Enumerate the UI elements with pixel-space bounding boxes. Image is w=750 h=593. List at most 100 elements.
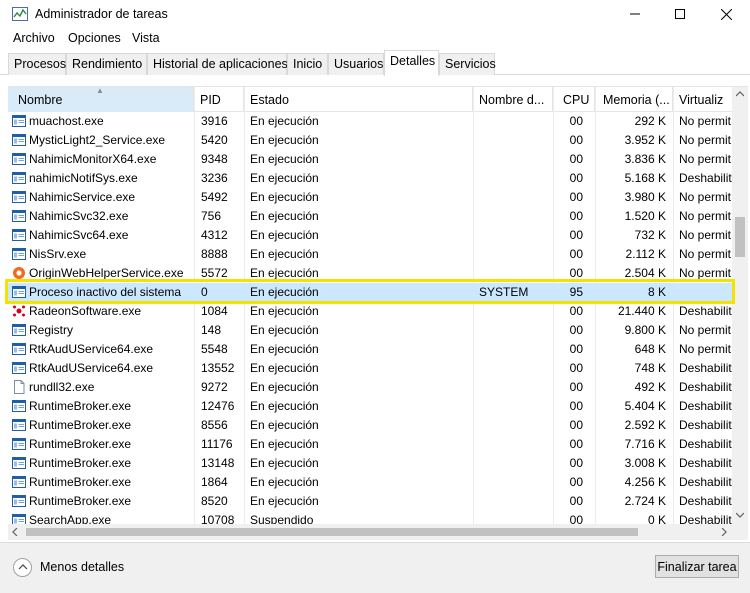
table-row[interactable]: NisSrv.exe 8888 En ejecución 00 2.112 K No pe… (8, 245, 732, 264)
column-header-cpu[interactable]: CPU (553, 87, 595, 112)
window-icon (12, 247, 26, 261)
process-virtualization: Deshabilit (679, 418, 732, 432)
table-row[interactable]: RuntimeBroker.exe 12476 En ejecución 00 5.40… (8, 397, 732, 416)
process-name: NahimicSvc64.exe (29, 228, 129, 242)
tab-detalles[interactable]: Detalles (384, 50, 439, 76)
menu-archivo[interactable]: Archivo (13, 31, 55, 45)
process-virtualization: No permit (679, 190, 732, 204)
menu-bar: Archivo Opciones Vista (0, 28, 750, 50)
process-pid: 5492 (201, 190, 228, 204)
menu-vista[interactable]: Vista (132, 31, 160, 45)
tab-usuarios[interactable]: Usuarios (328, 53, 384, 75)
tab-rendimiento[interactable]: Rendimiento (66, 53, 147, 75)
window-icon (12, 323, 26, 337)
process-state: En ejecución (250, 399, 319, 413)
column-header-virtualization[interactable]: Virtualiz (673, 87, 732, 112)
process-virtualization: Deshabilit (679, 171, 732, 185)
process-cpu: 95 (569, 285, 583, 299)
vertical-scrollbar[interactable] (732, 87, 748, 524)
process-memory: 3.980 K (624, 190, 666, 204)
table-row[interactable]: nahimicNotifSys.exe 3236 En ejecución 00 5.1… (8, 169, 732, 188)
process-pid: 756 (201, 209, 222, 223)
tab-inicio[interactable]: Inicio (287, 53, 328, 75)
table-row[interactable]: RuntimeBroker.exe 8520 En ejecución 00 2.724… (8, 492, 732, 511)
process-virtualization: No permit (679, 266, 732, 280)
table-row[interactable]: RtkAudUService64.exe 13552 En ejecución 00 7… (8, 359, 732, 378)
table-row[interactable]: NahimicSvc64.exe 4312 En ejecución 00 732 K N… (8, 226, 732, 245)
table-row[interactable]: RuntimeBroker.exe 11176 En ejecución 00 7.71… (8, 435, 732, 454)
process-user: SYSTEM (479, 285, 529, 299)
process-cpu: 00 (569, 380, 583, 394)
table-row[interactable]: rundll32.exe 9272 En ejecución 00 492 K Desha… (8, 378, 732, 397)
table-row[interactable]: Registry 148 En ejecución 00 9.800 K No permi… (8, 321, 732, 340)
process-cpu: 00 (569, 437, 583, 451)
table-body: muachost.exe 3916 En ejecución 00 292 K No pe… (8, 112, 732, 529)
window-icon (12, 152, 26, 166)
maximize-button[interactable] (657, 0, 703, 28)
horizontal-scroll-thumb[interactable] (26, 528, 638, 536)
process-name: RuntimeBroker.exe (29, 494, 132, 508)
column-header-state[interactable]: Estado (244, 87, 473, 112)
process-memory: 1.520 K (624, 209, 666, 223)
task-manager-icon (12, 7, 28, 21)
window-icon (12, 228, 26, 242)
scroll-right-icon[interactable] (721, 528, 727, 536)
end-task-button[interactable]: Finalizar tarea (655, 555, 739, 578)
process-name: RuntimeBroker.exe (29, 418, 132, 432)
column-header-name[interactable]: ▲ Nombre (8, 87, 194, 112)
table-row[interactable]: RtkAudUService64.exe 5548 En ejecución 00 64… (8, 340, 732, 359)
window-icon (12, 399, 26, 413)
window-icon (12, 190, 26, 204)
column-header-pid[interactable]: PID (194, 87, 244, 112)
tab-servicios[interactable]: Servicios (439, 53, 496, 75)
table-row[interactable]: RuntimeBroker.exe 13148 En ejecución 00 3.00… (8, 454, 732, 473)
process-pid: 12476 (201, 399, 235, 413)
scroll-down-icon[interactable] (736, 512, 744, 518)
scroll-left-icon[interactable] (12, 528, 18, 536)
process-virtualization: No permit (679, 209, 732, 223)
tab-historial[interactable]: Historial de aplicaciones (147, 53, 288, 75)
process-state: En ejecución (250, 114, 319, 128)
process-name: NahimicService.exe (29, 190, 136, 204)
table-row[interactable]: Proceso inactivo del sistema 0 En ejecució… (8, 283, 732, 302)
process-virtualization: Deshabilit (679, 456, 732, 470)
process-memory: 2.112 K (625, 247, 666, 261)
table-row[interactable]: muachost.exe 3916 En ejecución 00 292 K No pe… (8, 112, 732, 131)
process-pid: 9348 (201, 152, 228, 166)
menu-opciones[interactable]: Opciones (68, 31, 121, 45)
process-virtualization: Deshabilit (679, 304, 732, 318)
process-state: En ejecución (250, 247, 319, 261)
process-name: OriginWebHelperService.exe (29, 266, 184, 280)
less-details-button[interactable]: Menos detalles (13, 556, 124, 578)
process-name: RtkAudUService64.exe (29, 361, 154, 375)
table-row[interactable]: OriginWebHelperService.exe 5572 En ejecuci… (8, 264, 732, 283)
column-header-memory[interactable]: Memoria (... (595, 87, 673, 112)
process-cpu: 00 (569, 323, 583, 337)
vertical-scroll-thumb[interactable] (735, 217, 745, 257)
title-bar: Administrador de tareas (0, 0, 750, 28)
table-row[interactable]: NahimicMonitorX64.exe 9348 En ejecución 00 3… (8, 150, 732, 169)
close-button[interactable] (703, 0, 749, 28)
process-state: En ejecución (250, 418, 319, 432)
table-row[interactable]: NahimicSvc32.exe 756 En ejecución 00 1.520 K… (8, 207, 732, 226)
column-header-user[interactable]: Nombre d... (473, 87, 553, 112)
horizontal-scrollbar[interactable] (8, 524, 732, 540)
table-row[interactable]: MysticLight2_Service.exe 5420 En ejecución… (8, 131, 732, 150)
table-row[interactable]: RuntimeBroker.exe 1864 En ejecución 00 4.256… (8, 473, 732, 492)
radeon-icon (12, 304, 26, 318)
minimize-button[interactable] (612, 0, 658, 28)
table-row[interactable]: RadeonSoftware.exe 1084 En ejecución 00 21.4… (8, 302, 732, 321)
process-cpu: 00 (569, 114, 583, 128)
process-virtualization: Deshabilit (679, 399, 732, 413)
table-row[interactable]: NahimicService.exe 5492 En ejecución 00 3.98… (8, 188, 732, 207)
process-details-table: ▲ Nombre PID Estado Nombre d... CPU Memo… (8, 86, 748, 542)
process-cpu: 00 (569, 342, 583, 356)
table-row[interactable]: RuntimeBroker.exe 8556 En ejecución 00 2.592… (8, 416, 732, 435)
process-state: En ejecución (250, 171, 319, 185)
process-memory: 492 K (634, 380, 666, 394)
tab-bar: Procesos Rendimiento Historial de aplica… (0, 50, 750, 76)
process-memory: 4.256 K (624, 475, 666, 489)
scroll-up-icon[interactable] (736, 91, 744, 97)
tab-procesos[interactable]: Procesos (8, 53, 66, 75)
process-state: En ejecución (250, 266, 319, 280)
